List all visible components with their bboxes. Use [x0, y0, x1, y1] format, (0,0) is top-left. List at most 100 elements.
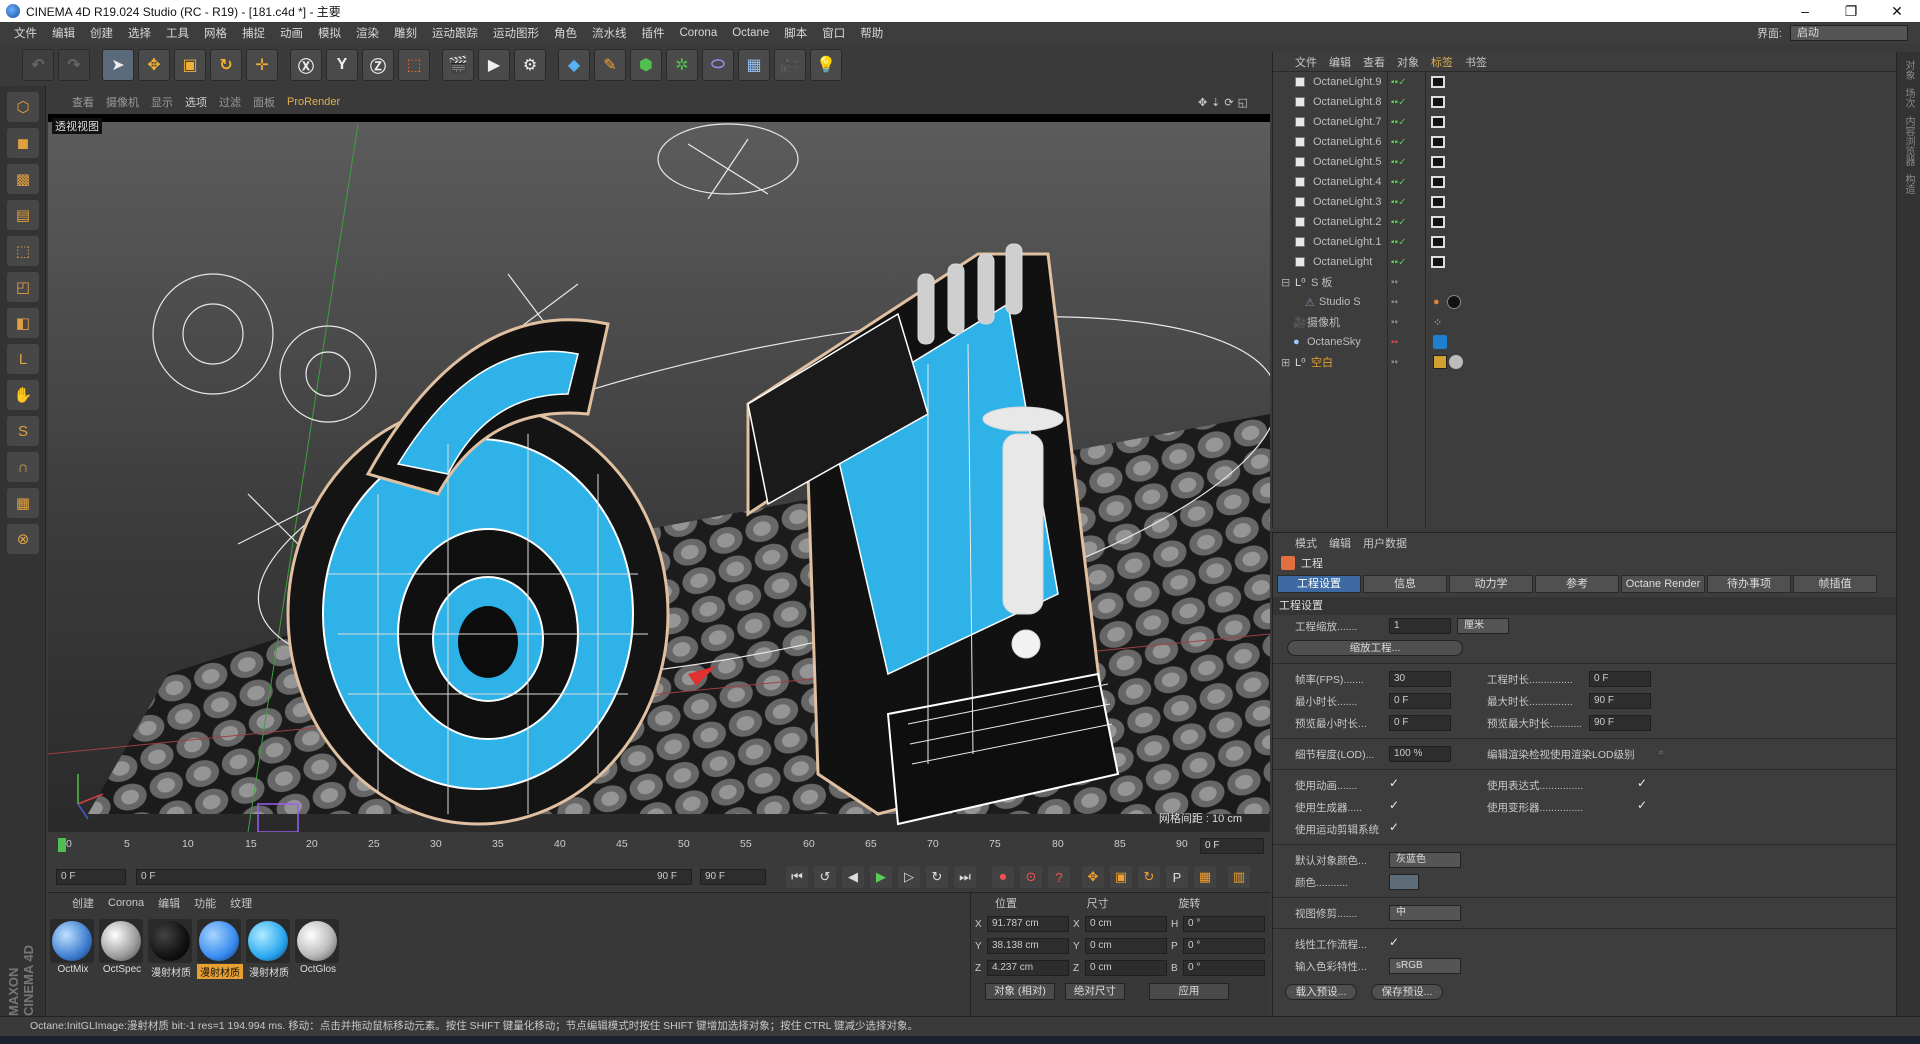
playhead-marker[interactable]: [58, 838, 66, 852]
fps-field[interactable]: 30: [1389, 671, 1451, 687]
material-swatch[interactable]: OctGlos: [295, 919, 341, 979]
menu-simulate[interactable]: 模拟: [318, 25, 341, 41]
expand-icon[interactable]: ⊟: [1281, 276, 1295, 289]
use-deformers-checkbox[interactable]: ✓: [1637, 798, 1647, 812]
object-row[interactable]: ⊟ L⁰ S 板 ▪▪: [1273, 272, 1896, 292]
position-x-field[interactable]: 91.787 cm: [987, 916, 1069, 932]
object-row[interactable]: OctaneLight.3 ▪▪✓: [1273, 192, 1896, 212]
rotation-p-field[interactable]: 0 °: [1183, 938, 1265, 954]
array-icon[interactable]: ✲: [666, 49, 698, 81]
menu-snap[interactable]: 捕捉: [242, 25, 265, 41]
size-y-field[interactable]: 0 cm: [1085, 938, 1167, 954]
project-time-field[interactable]: 0 F: [1589, 671, 1651, 687]
object-row[interactable]: OctaneLight.1 ▪▪✓: [1273, 232, 1896, 252]
object-row[interactable]: ⊞ L⁰ 空白 ▪▪: [1273, 352, 1896, 372]
menu-script[interactable]: 脚本: [784, 25, 807, 41]
polygons-mode-icon[interactable]: ◧: [7, 308, 39, 338]
end-frame-field[interactable]: 90 F: [700, 869, 766, 885]
material-tag-icon[interactable]: [1449, 355, 1463, 369]
octane-light-tag-icon[interactable]: [1431, 76, 1445, 88]
load-preset-button[interactable]: 载入预设...: [1285, 984, 1357, 1000]
menu-render[interactable]: 渲染: [356, 25, 379, 41]
object-menu-view[interactable]: 查看: [1363, 54, 1385, 70]
goto-end-icon[interactable]: ⏭: [954, 866, 976, 888]
visibility-flags[interactable]: ▪▪✓: [1391, 257, 1406, 268]
max-time-field[interactable]: 90 F: [1589, 693, 1651, 709]
snap-icon[interactable]: S: [7, 416, 39, 446]
size-x-field[interactable]: 0 cm: [1085, 916, 1167, 932]
menu-animate[interactable]: 动画: [280, 25, 303, 41]
view-clipping-dropdown[interactable]: 中: [1389, 905, 1461, 921]
attribute-menu-userdata[interactable]: 用户数据: [1363, 535, 1407, 551]
tab-todo[interactable]: 待办事项: [1707, 575, 1791, 593]
object-row[interactable]: OctaneLight.6 ▪▪✓: [1273, 132, 1896, 152]
play-icon[interactable]: ▶: [870, 866, 892, 888]
object-menu-objects[interactable]: 对象: [1397, 54, 1419, 70]
next-frame-icon[interactable]: ▷: [898, 866, 920, 888]
x-axis-lock-icon[interactable]: Ⓧ: [290, 49, 322, 81]
viewport-menu-cameras[interactable]: 摄像机: [106, 94, 139, 110]
scale-icon[interactable]: ▣: [174, 49, 206, 81]
menu-tools[interactable]: 工具: [166, 25, 189, 41]
z-axis-lock-icon[interactable]: Ⓩ: [362, 49, 394, 81]
visibility-flags[interactable]: ▪▪✓: [1391, 197, 1406, 208]
planar-workplane-icon[interactable]: ⊗: [7, 524, 39, 554]
current-frame-field[interactable]: 0 F: [1200, 838, 1264, 854]
material-menu-function[interactable]: 功能: [194, 895, 216, 911]
menu-mesh[interactable]: 网格: [204, 25, 227, 41]
object-row[interactable]: ● OctaneSky ▪▪: [1273, 332, 1896, 352]
lod-field[interactable]: 100 %: [1389, 746, 1451, 762]
object-row[interactable]: ⚠ Studio S ▪▪ ●: [1273, 292, 1896, 312]
linear-workflow-checkbox[interactable]: ✓: [1389, 935, 1399, 949]
tab-project-settings[interactable]: 工程设置: [1277, 575, 1361, 593]
viewport-menu-display[interactable]: 显示: [151, 94, 173, 110]
edges-mode-icon[interactable]: ◰: [7, 272, 39, 302]
keyframe-selection-icon[interactable]: ?: [1048, 866, 1070, 888]
use-generators-checkbox[interactable]: ✓: [1389, 798, 1399, 812]
timeline-ruler[interactable]: 0 5 10 15 20 25 30 35 40 45 50 55 60 65 …: [48, 832, 1270, 862]
object-row[interactable]: OctaneLight.8 ▪▪✓: [1273, 92, 1896, 112]
tab-reference[interactable]: 参考: [1535, 575, 1619, 593]
object-menu-bookmarks[interactable]: 书签: [1465, 54, 1487, 70]
menu-select[interactable]: 选择: [128, 25, 151, 41]
transform-icon[interactable]: ✛: [246, 49, 278, 81]
deformer-icon[interactable]: ⬭: [702, 49, 734, 81]
restore-icon[interactable]: ❐: [1828, 3, 1874, 20]
key-rotation-icon[interactable]: ↻: [1138, 866, 1160, 888]
input-color-profile-dropdown[interactable]: sRGB: [1389, 958, 1461, 974]
menu-plugins[interactable]: 插件: [642, 25, 665, 41]
object-row[interactable]: OctaneLight.9 ▪▪✓: [1273, 72, 1896, 92]
material-menu-texture[interactable]: 纹理: [230, 895, 252, 911]
octane-light-tag-icon[interactable]: [1431, 136, 1445, 148]
record-icon[interactable]: ⏺: [992, 866, 1014, 888]
object-menu-edit[interactable]: 编辑: [1329, 54, 1351, 70]
coordinate-system-icon[interactable]: ⬚: [398, 49, 430, 81]
rotate-icon[interactable]: ↻: [210, 49, 242, 81]
visibility-flags[interactable]: ▪▪✓: [1391, 217, 1406, 228]
side-tab[interactable]: 场次: [1901, 88, 1916, 108]
menu-motion-tracking[interactable]: 运动跟踪: [432, 25, 478, 41]
rotation-h-field[interactable]: 0 °: [1183, 916, 1265, 932]
display-tag-icon[interactable]: [1433, 355, 1447, 369]
menu-corona[interactable]: Corona: [680, 27, 718, 39]
side-tab[interactable]: 对象: [1901, 60, 1916, 80]
attribute-menu-edit[interactable]: 编辑: [1329, 535, 1351, 551]
position-z-field[interactable]: 4.237 cm: [987, 960, 1069, 976]
octane-light-tag-icon[interactable]: [1431, 256, 1445, 268]
move-icon[interactable]: ✥: [138, 49, 170, 81]
material-tag-icon[interactable]: [1447, 295, 1461, 309]
scale-project-button[interactable]: 缩放工程...: [1287, 640, 1463, 656]
visibility-flags[interactable]: ▪▪: [1391, 297, 1398, 308]
octane-light-tag-icon[interactable]: [1431, 176, 1445, 188]
default-color-dropdown[interactable]: 灰蓝色: [1389, 852, 1461, 868]
minimize-icon[interactable]: –: [1782, 3, 1828, 20]
preview-max-field[interactable]: 90 F: [1589, 715, 1651, 731]
lock-workplane-icon[interactable]: ▦: [7, 488, 39, 518]
octane-light-tag-icon[interactable]: [1431, 116, 1445, 128]
octane-environment-tag-icon[interactable]: [1433, 335, 1447, 349]
visibility-flags[interactable]: ▪▪✓: [1391, 137, 1406, 148]
attribute-menu-mode[interactable]: 模式: [1295, 535, 1317, 551]
model-mode-icon[interactable]: ◼: [7, 128, 39, 158]
material-swatch[interactable]: 漫射材质: [148, 919, 194, 979]
tweak-mode-icon[interactable]: ✋: [7, 380, 39, 410]
